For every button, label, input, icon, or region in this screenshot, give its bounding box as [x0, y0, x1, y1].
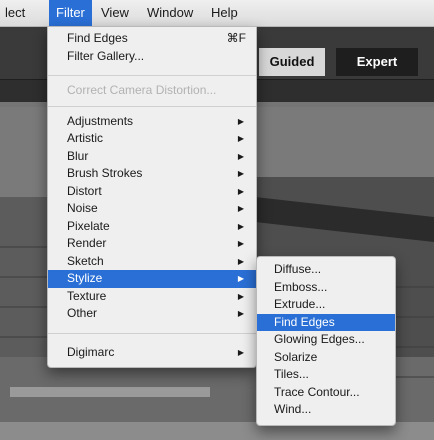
- submenu-item-tiles[interactable]: Tiles...: [257, 366, 395, 384]
- menu-item-stylize[interactable]: Stylize ▶: [48, 270, 256, 288]
- menu-item-correct-camera-distortion: Correct Camera Distortion...: [48, 82, 256, 100]
- expert-mode-button[interactable]: Expert: [336, 48, 418, 76]
- menu-item-label: Render: [67, 236, 107, 250]
- menu-item-artistic[interactable]: Artistic ▶: [48, 130, 256, 148]
- submenu-item-trace-contour[interactable]: Trace Contour...: [257, 384, 395, 402]
- submenu-item-emboss[interactable]: Emboss...: [257, 279, 395, 297]
- menu-item-label: Stylize: [67, 271, 103, 285]
- menu-item-filter-gallery[interactable]: Filter Gallery...: [48, 48, 256, 66]
- menu-item-label: Noise: [67, 201, 98, 215]
- menu-item-label: Brush Strokes: [67, 166, 143, 180]
- submenu-arrow-icon: ▶: [237, 347, 244, 357]
- menu-bar: lect Filter View Window Help: [0, 0, 434, 27]
- menu-item-label: Filter Gallery...: [67, 48, 145, 63]
- filter-menu: Find Edges ⌘F Filter Gallery... Correct …: [47, 26, 257, 368]
- menu-item-label: Blur: [67, 148, 89, 163]
- menu-item-digimarc[interactable]: Digimarc ▶: [48, 344, 256, 362]
- menu-item-label: Texture: [67, 288, 107, 303]
- menu-item-pixelate[interactable]: Pixelate ▶: [48, 218, 256, 236]
- submenu-arrow-icon: ▶: [237, 239, 244, 248]
- submenu-arrow-icon: ▶: [237, 204, 244, 213]
- submenu-item-find-edges[interactable]: Find Edges: [257, 313, 395, 331]
- menu-help[interactable]: Help: [204, 0, 245, 26]
- stylize-submenu: Diffuse... Emboss... Extrude... Find Edg…: [256, 256, 396, 426]
- menu-view[interactable]: View: [94, 0, 136, 26]
- menu-item-brush-strokes[interactable]: Brush Strokes ▶: [48, 165, 256, 183]
- menu-item-label: Distort: [67, 183, 102, 198]
- guided-mode-button[interactable]: Guided: [259, 48, 325, 76]
- menu-item-adjustments[interactable]: Adjustments ▶: [48, 113, 256, 131]
- menu-item-distort[interactable]: Distort ▶: [48, 183, 256, 201]
- menu-item-other[interactable]: Other ▶: [48, 305, 256, 323]
- submenu-arrow-icon: ▶: [237, 274, 244, 283]
- submenu-item-wind[interactable]: Wind...: [257, 401, 395, 419]
- shortcut-label: ⌘F: [226, 31, 246, 45]
- submenu-arrow-icon: ▶: [237, 256, 244, 266]
- submenu-arrow-icon: ▶: [237, 151, 244, 161]
- menu-select[interactable]: lect: [0, 0, 32, 26]
- submenu-arrow-icon: ▶: [237, 116, 244, 126]
- menu-item-blur[interactable]: Blur ▶: [48, 148, 256, 166]
- menu-separator: [48, 105, 256, 107]
- menu-item-label: Find Edges: [67, 31, 128, 45]
- menu-separator: [48, 75, 256, 76]
- menu-item-label: Artistic: [67, 131, 103, 145]
- menu-item-label: Pixelate: [67, 218, 110, 233]
- submenu-arrow-icon: ▶: [237, 221, 244, 231]
- submenu-arrow-icon: ▶: [237, 134, 244, 143]
- menu-item-texture[interactable]: Texture ▶: [48, 288, 256, 306]
- menu-item-label: Correct Camera Distortion...: [67, 83, 217, 97]
- submenu-arrow-icon: ▶: [237, 309, 244, 318]
- menu-item-render[interactable]: Render ▶: [48, 235, 256, 253]
- menu-item-find-edges[interactable]: Find Edges ⌘F: [48, 30, 256, 48]
- submenu-item-extrude[interactable]: Extrude...: [257, 296, 395, 314]
- menu-item-label: Other: [67, 306, 98, 320]
- menu-item-noise[interactable]: Noise ▶: [48, 200, 256, 218]
- submenu-item-glowing-edges[interactable]: Glowing Edges...: [257, 331, 395, 349]
- menu-item-label: Sketch: [67, 253, 104, 268]
- menu-item-sketch[interactable]: Sketch ▶: [48, 253, 256, 271]
- submenu-arrow-icon: ▶: [237, 169, 244, 178]
- menu-filter[interactable]: Filter: [49, 0, 92, 26]
- menu-window[interactable]: Window: [140, 0, 200, 26]
- menu-separator: [48, 332, 256, 334]
- menu-item-label: Adjustments: [67, 113, 134, 128]
- submenu-arrow-icon: ▶: [237, 291, 244, 301]
- submenu-item-solarize[interactable]: Solarize: [257, 349, 395, 367]
- menu-item-label: Digimarc: [67, 344, 115, 359]
- submenu-item-diffuse[interactable]: Diffuse...: [257, 261, 395, 279]
- submenu-arrow-icon: ▶: [237, 186, 244, 196]
